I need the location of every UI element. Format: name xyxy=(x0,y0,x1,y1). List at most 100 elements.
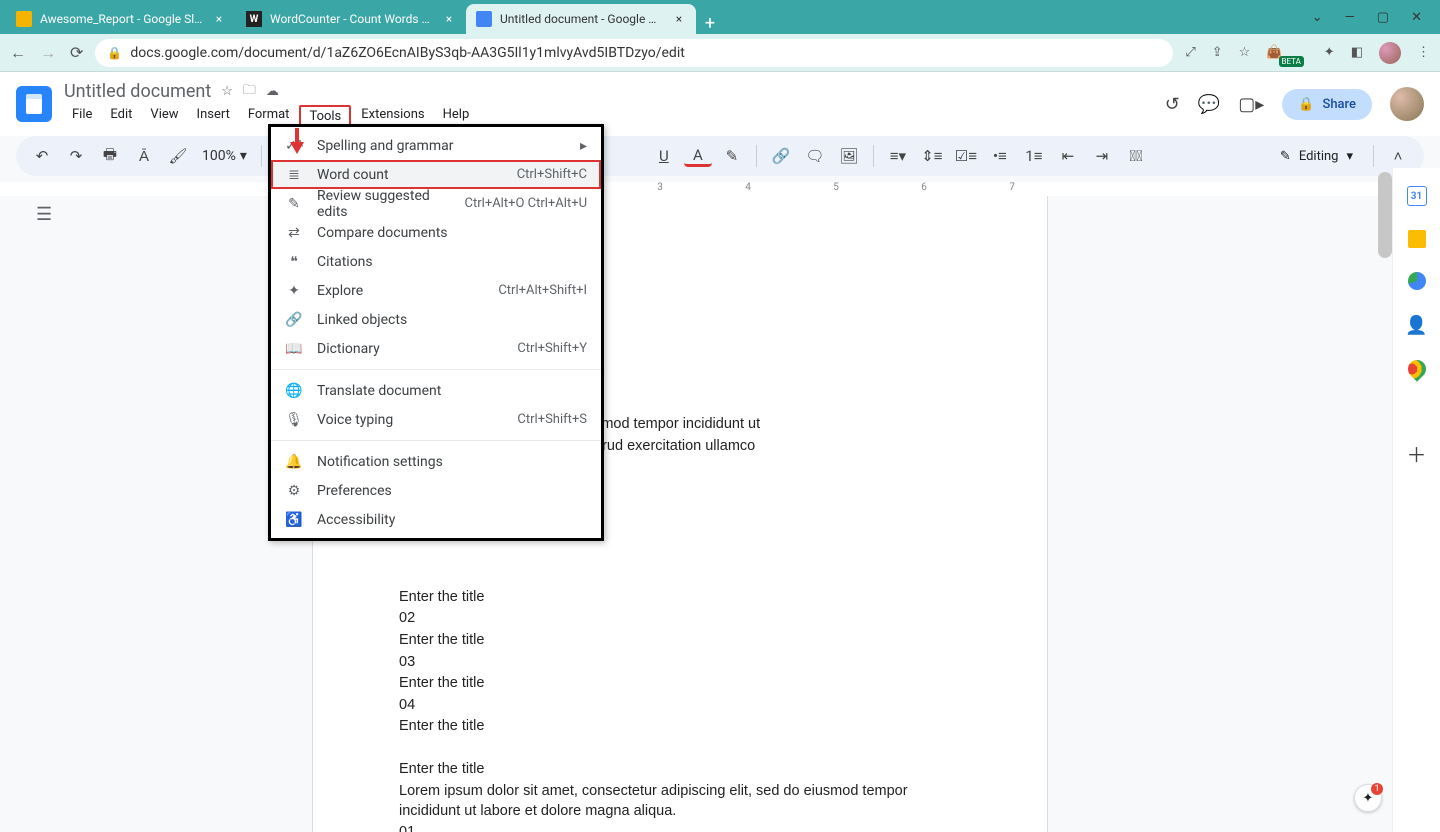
close-icon[interactable]: × xyxy=(212,12,226,26)
redo-icon[interactable]: ↷ xyxy=(62,142,90,170)
tools-menu-item[interactable]: 🌐Translate document xyxy=(271,376,601,405)
document-line[interactable]: Enter the title xyxy=(399,717,961,737)
undo-icon[interactable]: ↶ xyxy=(28,142,56,170)
vertical-scrollbar[interactable] xyxy=(1378,172,1392,258)
minimize-icon[interactable]: — xyxy=(1345,10,1355,25)
line-spacing-icon[interactable]: ⇕≡ xyxy=(918,142,946,170)
tools-menu-item[interactable]: ✎Review suggested editsCtrl+Alt+O Ctrl+A… xyxy=(271,189,601,218)
tab-search-icon[interactable]: ⌄ xyxy=(1312,10,1323,25)
maps-icon[interactable] xyxy=(1404,356,1429,381)
comments-icon[interactable]: 💬 xyxy=(1198,94,1220,115)
notification-badge: 1 xyxy=(1371,783,1383,795)
close-icon[interactable]: × xyxy=(672,12,686,26)
tools-menu-item[interactable]: 📖DictionaryCtrl+Shift+Y xyxy=(271,334,601,363)
profile-avatar[interactable] xyxy=(1379,42,1401,64)
increase-indent-icon[interactable]: ⇥ xyxy=(1088,142,1116,170)
document-line[interactable]: 02 xyxy=(399,609,961,629)
extensions-icon[interactable]: ✦ xyxy=(1324,45,1335,60)
browser-tab-slides[interactable]: Awesome_Report - Google Slides × xyxy=(6,4,236,34)
tasks-icon[interactable] xyxy=(1408,272,1426,290)
history-icon[interactable]: ↺ xyxy=(1165,94,1180,115)
insert-comment-icon[interactable]: 🗨 xyxy=(801,142,829,170)
document-line[interactable] xyxy=(399,545,961,565)
maximize-icon[interactable]: ▢ xyxy=(1377,10,1389,25)
kebab-menu-icon[interactable]: ⋮ xyxy=(1417,45,1430,60)
collapse-toolbar-icon[interactable]: ˄ xyxy=(1384,142,1412,170)
close-icon[interactable]: × xyxy=(442,12,456,26)
doc-title[interactable]: Untitled document xyxy=(64,81,211,102)
print-icon[interactable]: 🖶 xyxy=(96,142,124,170)
insert-link-icon[interactable]: 🔗 xyxy=(767,142,795,170)
menu-item-label: Notification settings xyxy=(317,454,587,470)
star-icon[interactable]: ☆ xyxy=(221,84,233,99)
menu-file[interactable]: File xyxy=(64,105,100,128)
highlight-icon[interactable]: ✎ xyxy=(718,142,746,170)
tools-menu-item[interactable]: ⇄Compare documents xyxy=(271,218,601,247)
reload-icon[interactable]: ⟳ xyxy=(70,43,83,62)
calendar-icon[interactable]: 31 xyxy=(1407,186,1427,206)
tools-menu-item[interactable]: ≣Word countCtrl+Shift+C xyxy=(271,160,601,189)
checklist-icon[interactable]: ☑≡ xyxy=(952,142,980,170)
docs-logo-icon[interactable] xyxy=(16,86,52,122)
forward-icon[interactable]: → xyxy=(40,43,56,63)
back-icon[interactable]: ← xyxy=(10,43,26,63)
menu-view[interactable]: View xyxy=(142,105,186,128)
tools-menu-item[interactable]: ✓ᴬSpelling and grammar▸ xyxy=(271,131,601,160)
browser-tab-wordcounter[interactable]: W WordCounter - Count Words & C × xyxy=(236,4,466,34)
sidepanel-icon[interactable]: ◧ xyxy=(1351,45,1363,60)
submenu-chevron-icon: ▸ xyxy=(580,138,587,154)
menu-edit[interactable]: Edit xyxy=(102,105,140,128)
document-line[interactable]: 04 xyxy=(399,696,961,716)
clear-formatting-icon[interactable]: Ｔ⃠ xyxy=(1122,142,1150,170)
document-line[interactable]: Lorem ipsum dolor sit amet, consectetur … xyxy=(399,782,961,821)
keep-icon[interactable] xyxy=(1408,230,1426,248)
mode-select[interactable]: ✎ Editing ▾ xyxy=(1270,149,1363,164)
menu-item-label: Explore xyxy=(317,283,484,299)
outline-toggle-icon[interactable]: ☰ xyxy=(36,204,52,225)
cloud-saved-icon[interactable]: ☁ xyxy=(266,84,279,99)
tools-menu-item[interactable]: ✦ExploreCtrl+Alt+Shift+I xyxy=(271,276,601,305)
document-line[interactable]: Enter the title xyxy=(399,631,961,651)
document-line[interactable]: 01 xyxy=(399,823,961,832)
share-url-icon[interactable]: ⇪ xyxy=(1212,45,1223,60)
document-line[interactable]: Enter the title xyxy=(399,674,961,694)
document-line[interactable] xyxy=(399,739,961,759)
document-line[interactable] xyxy=(399,566,961,586)
bookmark-icon[interactable]: ☆ xyxy=(1239,45,1251,60)
paint-format-icon[interactable]: 🖌 xyxy=(164,142,192,170)
url-field[interactable]: 🔒 docs.google.com/document/d/1aZ6ZO6EcnA… xyxy=(95,39,1173,67)
spellcheck-icon[interactable]: Ᾱ xyxy=(130,142,158,170)
document-line[interactable]: Enter the title xyxy=(399,760,961,780)
account-avatar[interactable] xyxy=(1390,87,1424,121)
browser-tab-docs[interactable]: Untitled document - Google Doc × xyxy=(466,4,696,34)
explore-fab[interactable]: ✦ 1 xyxy=(1354,784,1382,812)
underline-icon[interactable]: U xyxy=(650,142,678,170)
align-icon[interactable]: ≡▾ xyxy=(884,142,912,170)
menu-item-label: Review suggested edits xyxy=(317,188,451,220)
new-tab-button[interactable]: + xyxy=(696,13,724,34)
meet-icon[interactable]: ▢▸ xyxy=(1238,94,1264,115)
menu-insert[interactable]: Insert xyxy=(189,105,238,128)
extension-shopping-icon[interactable]: 👜BETA xyxy=(1266,45,1307,60)
tools-menu-item[interactable]: ❝Citations xyxy=(271,247,601,276)
share-button[interactable]: 🔒 Share xyxy=(1282,89,1372,120)
bulleted-list-icon[interactable]: •≡ xyxy=(986,142,1014,170)
insert-image-icon[interactable]: 🖼 xyxy=(835,142,863,170)
tools-menu-item[interactable]: ♿Accessibility xyxy=(271,505,601,534)
tools-menu-item[interactable]: 🎙Voice typingCtrl+Shift+S xyxy=(271,405,601,434)
add-addon-icon[interactable]: ＋ xyxy=(1406,442,1428,464)
text-color-icon[interactable]: A xyxy=(684,145,712,167)
zoom-icon[interactable]: ⤢ xyxy=(1185,45,1195,60)
document-line[interactable]: 03 xyxy=(399,653,961,673)
tools-menu-item[interactable]: ⚙Preferences xyxy=(271,476,601,505)
tools-menu-item[interactable]: 🔔Notification settings xyxy=(271,447,601,476)
document-line[interactable]: Enter the title xyxy=(399,588,961,608)
menu-item-label: Accessibility xyxy=(317,512,587,528)
move-icon[interactable]: 🗀 xyxy=(243,81,256,103)
tools-menu-item[interactable]: 🔗Linked objects xyxy=(271,305,601,334)
numbered-list-icon[interactable]: 1≡ xyxy=(1020,142,1048,170)
zoom-select[interactable]: 100% ▾ xyxy=(198,148,251,164)
close-window-icon[interactable]: ✕ xyxy=(1411,10,1422,25)
contacts-icon[interactable]: 👤 xyxy=(1406,314,1428,336)
decrease-indent-icon[interactable]: ⇤ xyxy=(1054,142,1082,170)
